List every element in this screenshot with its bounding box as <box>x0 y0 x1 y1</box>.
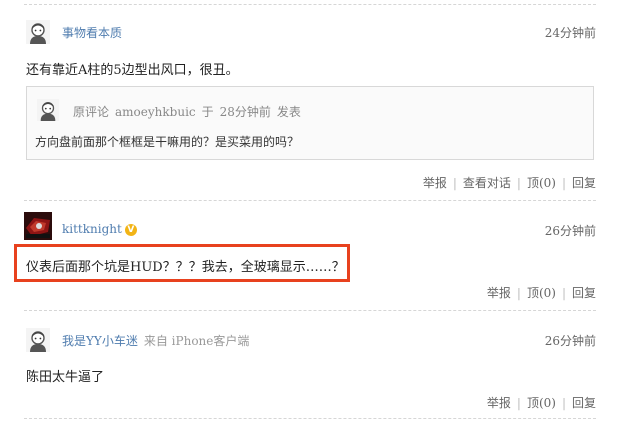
comment-actions: 举报 | 查看对话 | 顶(0) | 回复 <box>423 174 596 191</box>
comment-text: 陈田太牛逼了 <box>26 370 105 385</box>
quoted-comment: 原评论 amoeyhkbuic 于 28分钟前 发表 方向盘前面那个框框是干嘛用的？是买… <box>26 86 594 160</box>
quote-at: 于 <box>201 105 214 119</box>
comment-time: 24分钟前 <box>544 26 596 40</box>
comment-actions: 举报 | 顶(0) | 回复 <box>487 394 596 411</box>
username-link[interactable]: kittknight <box>62 222 122 236</box>
action-separator: | <box>561 286 566 300</box>
divider-top <box>24 4 596 5</box>
report-button[interactable]: 举报 <box>423 176 447 190</box>
default-avatar-icon[interactable] <box>26 20 50 44</box>
view-conversation-button[interactable]: 查看对话 <box>463 176 511 190</box>
reply-button[interactable]: 回复 <box>572 396 596 410</box>
action-separator: | <box>561 396 566 410</box>
quote-time: 28分钟前 <box>219 105 271 119</box>
default-avatar-icon[interactable] <box>26 328 50 352</box>
user-avatar-icon[interactable] <box>24 212 52 240</box>
action-separator: | <box>452 176 457 190</box>
divider <box>24 418 596 419</box>
comment-username: 我是YY小车迷 来自 iPhone客户端 <box>62 332 249 349</box>
comment-username: kittknight V <box>62 222 137 236</box>
action-separator: | <box>561 176 566 190</box>
default-avatar-icon <box>37 99 59 121</box>
comment-text: 仪表后面那个坑是HUD？？？我去，全玻璃显示……？ <box>26 260 345 275</box>
quote-meta: 原评论 amoeyhkbuic 于 28分钟前 发表 <box>73 103 307 120</box>
report-button[interactable]: 举报 <box>487 286 511 300</box>
comment-text: 还有靠近A柱的5边型出风口，很丑。 <box>26 63 239 78</box>
comment-source: 来自 iPhone客户端 <box>143 334 250 348</box>
verified-badge-icon: V <box>124 224 137 236</box>
quote-posted: 发表 <box>276 105 301 119</box>
quote-text: 方向盘前面那个框框是干嘛用的？是买菜用的吗？ <box>35 135 300 149</box>
action-separator: | <box>516 286 521 300</box>
username-link[interactable]: 我是YY小车迷 <box>62 334 138 348</box>
upvote-button[interactable]: 顶(0) <box>527 176 556 190</box>
reply-button[interactable]: 回复 <box>572 286 596 300</box>
upvote-button[interactable]: 顶(0) <box>527 396 556 410</box>
report-button[interactable]: 举报 <box>487 396 511 410</box>
quote-user[interactable]: amoeyhkbuic <box>115 105 196 119</box>
divider <box>24 310 596 311</box>
upvote-button[interactable]: 顶(0) <box>527 286 556 300</box>
action-separator: | <box>516 396 521 410</box>
comment-time: 26分钟前 <box>544 334 596 348</box>
comment-actions: 举报 | 顶(0) | 回复 <box>487 284 596 301</box>
comment-username[interactable]: 事物看本质 <box>62 24 122 41</box>
action-separator: | <box>516 176 521 190</box>
divider <box>24 200 596 201</box>
reply-button[interactable]: 回复 <box>572 176 596 190</box>
quote-label: 原评论 <box>73 105 110 119</box>
comment-time: 26分钟前 <box>544 224 596 238</box>
